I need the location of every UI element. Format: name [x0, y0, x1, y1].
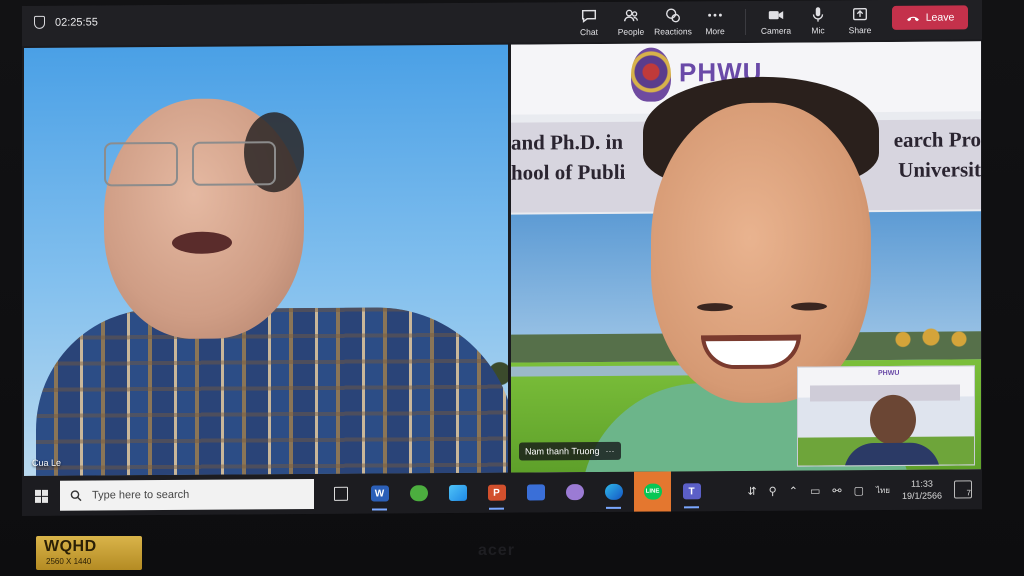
badge-title: WQHD [44, 538, 97, 555]
windows-icon [34, 489, 48, 503]
mic-icon [812, 7, 824, 22]
taskbar-search-box[interactable]: Type here to search [60, 478, 314, 511]
search-placeholder: Type here to search [92, 488, 190, 502]
toolbar-divider [745, 8, 746, 35]
badge-resolution: 2560 X 1440 [46, 557, 92, 566]
more-icon [708, 13, 722, 17]
slide-line-1-right: earch Pro [893, 127, 981, 152]
shield-icon [34, 15, 45, 29]
video-person-shirt [36, 306, 508, 476]
elapsed-time: 02:25:55 [55, 15, 98, 29]
share-icon [853, 8, 867, 21]
more-button[interactable]: More [695, 3, 735, 36]
camera-icon [768, 11, 784, 20]
taskbar-teams[interactable]: T [673, 471, 710, 511]
participant-tile-nam-thanh-truong[interactable]: PHWU and Ph.D. in hool of Publi earch Pr… [511, 41, 981, 473]
taskbar-powerpoint[interactable]: P [478, 473, 515, 513]
windows-taskbar: Type here to search W P LINE T ⇵ ⚲ ⌃ ▭ ⚯… [22, 469, 982, 516]
mic-label: Mic [811, 25, 825, 36]
video-person-eye [697, 303, 733, 312]
self-view-face [870, 394, 916, 446]
photos-icon [448, 484, 467, 502]
edge-icon [604, 483, 623, 500]
clock-time: 11:33 [911, 478, 933, 489]
android-app-icon [409, 485, 428, 502]
self-view-body [844, 442, 940, 467]
maps-icon [565, 484, 584, 501]
wqhd-badge: WQHD 2560 X 1440 [36, 536, 142, 570]
hangup-icon [906, 16, 919, 22]
chat-icon [581, 9, 597, 23]
reactions-label: Reactions [654, 26, 692, 37]
participant-name: Cua Le [32, 457, 62, 468]
screen: 02:25:55 Chat People Reactions More Came… [22, 0, 982, 516]
people-icon [624, 9, 638, 22]
taskbar-photos[interactable] [439, 473, 476, 513]
tray-chevron-up-icon[interactable]: ⌃ [789, 484, 798, 497]
store-icon [526, 484, 545, 501]
camera-button[interactable]: Camera [756, 3, 796, 36]
participant-nameplate[interactable]: Nam thanh Truong ··· [519, 441, 621, 461]
self-view-logo-text: PHWU [878, 369, 900, 378]
people-button[interactable]: People [611, 4, 651, 37]
people-label: People [617, 26, 645, 37]
notification-count: 7 [966, 488, 971, 498]
taskbar-line[interactable]: LINE [634, 471, 671, 512]
video-person-eye [791, 302, 827, 311]
mic-button[interactable]: Mic [798, 2, 838, 35]
chat-button[interactable]: Chat [569, 4, 609, 37]
more-label: More [705, 26, 725, 37]
battery-icon[interactable]: ▭ [810, 484, 820, 497]
network-icon[interactable]: ⚯ [832, 484, 841, 497]
system-tray: ⇵ ⚲ ⌃ ▭ ⚯ ▢ ไทย 11:33 19/1/2566 7 [747, 477, 982, 503]
university-logo-icon [631, 47, 671, 102]
leave-button[interactable]: Leave [892, 5, 968, 30]
participant-tile-cua-le[interactable]: Cua Le [24, 44, 508, 476]
slide-line-2-right: Universit [898, 157, 981, 182]
meeting-toolbar: 02:25:55 Chat People Reactions More Came… [22, 0, 982, 46]
tray-scroll-icon[interactable]: ⇵ [747, 484, 756, 497]
teams-icon: T [682, 483, 701, 500]
line-icon: LINE [643, 483, 662, 500]
participant-name: Nam thanh Truong [525, 445, 600, 457]
taskbar-store[interactable] [517, 472, 554, 512]
taskbar-maps[interactable] [556, 472, 593, 512]
meeting-timer: 02:25:55 [34, 15, 98, 29]
monitor-brand-logo: acer [478, 542, 515, 559]
taskbar-edge[interactable] [595, 472, 632, 512]
taskbar-apps: W P LINE T [322, 471, 710, 514]
reactions-icon [666, 8, 680, 23]
share-button[interactable]: Share [840, 2, 880, 35]
input-language[interactable]: ไทย [876, 483, 890, 496]
slide-line-1-left: and Ph.D. in [511, 129, 624, 155]
clock-date: 19/1/2566 [901, 490, 942, 501]
video-person-glasses [104, 141, 284, 187]
powerpoint-icon: P [487, 484, 506, 501]
task-view-button[interactable] [322, 474, 359, 514]
taskbar-clock[interactable]: 11:33 19/1/2566 [902, 478, 942, 502]
chat-label: Chat [580, 26, 598, 38]
participant-more-icon[interactable]: ··· [606, 446, 615, 456]
share-label: Share [848, 25, 872, 36]
notification-center-button[interactable]: 7 [954, 480, 972, 499]
start-button[interactable] [22, 476, 60, 516]
taskbar-android-app[interactable] [400, 473, 437, 513]
self-view-tile[interactable]: PHWU [797, 365, 975, 467]
taskbar-word[interactable]: W [361, 473, 398, 513]
task-view-icon [333, 486, 348, 501]
reactions-button[interactable]: Reactions [653, 3, 693, 37]
slide-line-2-left: hool of Publi [511, 159, 626, 185]
camera-label: Camera [760, 25, 792, 36]
tray-people-icon[interactable]: ⚲ [769, 484, 777, 497]
word-icon: W [370, 485, 389, 502]
leave-label: Leave [925, 11, 955, 24]
search-icon [70, 490, 82, 502]
display-icon[interactable]: ▢ [854, 484, 864, 497]
